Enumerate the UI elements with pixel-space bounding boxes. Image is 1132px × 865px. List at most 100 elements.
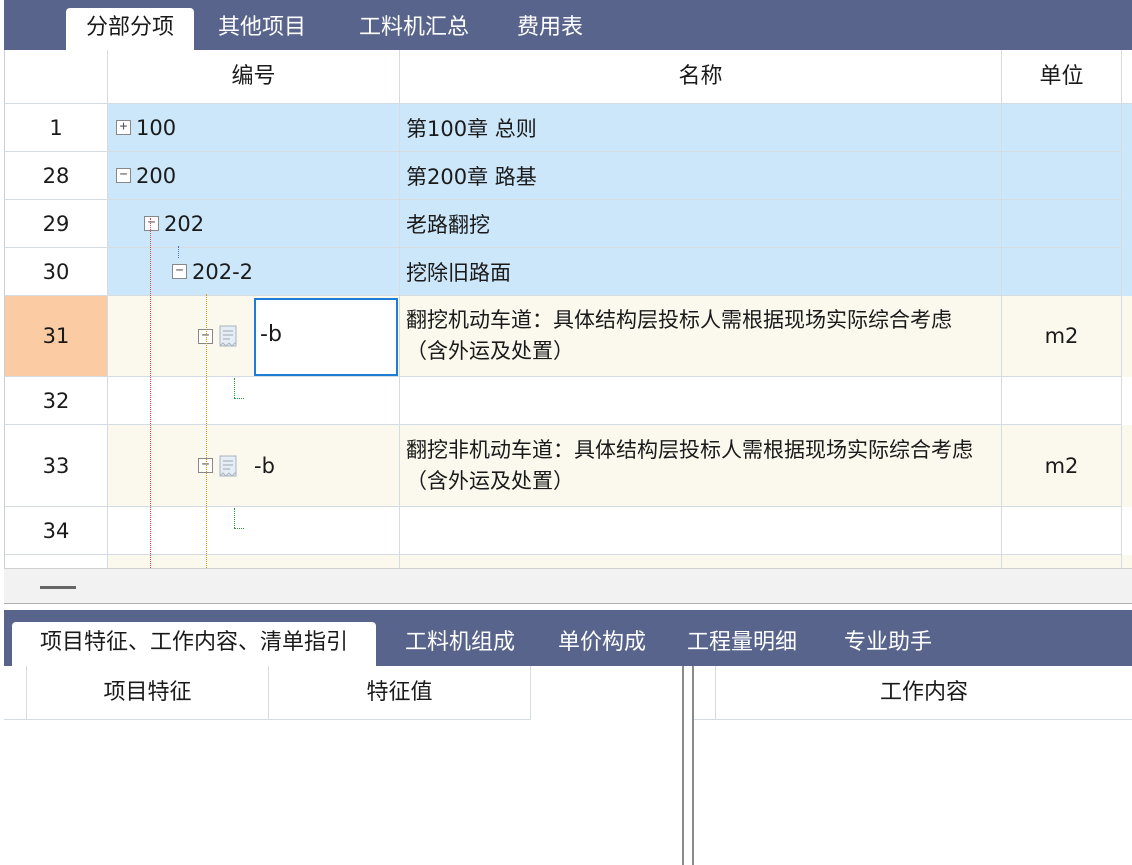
panel-divider[interactable] bbox=[682, 666, 694, 865]
header-unit[interactable]: 单位 bbox=[1002, 50, 1122, 104]
table-row[interactable]: 33 − -b 翻挖非机动车道：具体结构层投标人需根据现场实际综合考虑（含外运及… bbox=[5, 425, 1132, 507]
work-content-panel: 工作内容 bbox=[694, 666, 1132, 865]
unit-cell[interactable] bbox=[1002, 152, 1122, 200]
name-cell[interactable]: 翻挖非机动车道：具体结构层投标人需根据现场实际综合考虑（含外运及处置） bbox=[400, 425, 1002, 507]
row-number[interactable]: 34 bbox=[5, 507, 108, 555]
table-row[interactable] bbox=[5, 555, 1132, 568]
row-number-text: 30 bbox=[42, 259, 70, 284]
panel-splitter[interactable] bbox=[4, 568, 1132, 604]
table-row[interactable]: 28 −200 第200章 路基 bbox=[5, 152, 1132, 200]
name-cell[interactable] bbox=[400, 377, 1002, 425]
row-number-text: 31 bbox=[42, 324, 70, 348]
name-cell[interactable]: 翻挖机动车道：具体结构层投标人需根据现场实际综合考虑（含外运及处置） bbox=[400, 296, 1002, 377]
header-rownum bbox=[5, 50, 108, 104]
tree-line bbox=[234, 378, 235, 398]
unit-cell[interactable] bbox=[1002, 507, 1122, 555]
unit-cell[interactable]: m2 bbox=[1002, 296, 1122, 377]
name-cell[interactable]: 老路翻挖 bbox=[400, 200, 1002, 248]
unit-text: m2 bbox=[1044, 324, 1079, 348]
collapse-icon[interactable]: − bbox=[172, 264, 187, 279]
row-number[interactable]: 30 bbox=[5, 248, 108, 296]
row-number[interactable]: 31 bbox=[5, 296, 108, 377]
features-panel: 项目特征 特征值 bbox=[4, 666, 682, 865]
row-number[interactable]: 28 bbox=[5, 152, 108, 200]
table-row[interactable]: 32 bbox=[5, 377, 1132, 425]
code-cell[interactable]: +100 bbox=[108, 104, 400, 152]
code-cell[interactable] bbox=[108, 377, 400, 425]
tab-qita-xiangmu[interactable]: 其他项目 bbox=[200, 8, 324, 50]
header-filler bbox=[1122, 50, 1132, 104]
row-number-text: 32 bbox=[42, 388, 70, 413]
unit-cell[interactable] bbox=[1002, 248, 1122, 296]
code-text: 202 bbox=[164, 211, 205, 236]
row-number[interactable]: 33 bbox=[5, 425, 108, 507]
tab-gongliaoji-zucheng[interactable]: 工料机组成 bbox=[388, 622, 532, 666]
code-cell[interactable]: −200 bbox=[108, 152, 400, 200]
tree-line bbox=[206, 294, 207, 568]
code-text: 202-2 bbox=[192, 259, 254, 284]
header-code[interactable]: 编号 bbox=[108, 50, 400, 104]
header-name[interactable]: 名称 bbox=[400, 50, 1002, 104]
work-header-content[interactable]: 工作内容 bbox=[716, 666, 1132, 720]
tree-line bbox=[234, 508, 235, 528]
unit-cell[interactable] bbox=[1002, 377, 1122, 425]
table-row[interactable]: 34 bbox=[5, 507, 1132, 555]
table-row[interactable]: 30 −202-2 挖除旧路面 bbox=[5, 248, 1132, 296]
table-row-selected[interactable]: 31 − -b 翻挖机动车道：具体结构层投标人需根据现场实际综合考虑（含外运及处… bbox=[5, 296, 1132, 377]
tab-gongchengliang-mingxi[interactable]: 工程量明细 bbox=[672, 622, 812, 666]
code-edit-box[interactable]: -b bbox=[254, 298, 398, 376]
expand-icon[interactable]: + bbox=[116, 120, 131, 135]
code-cell[interactable]: −202 bbox=[108, 200, 400, 248]
name-cell[interactable]: 第100章 总则 bbox=[400, 104, 1002, 152]
bottom-tab-bar: 项目特征、工作内容、清单指引 工料机组成 单价构成 工程量明细 专业助手 bbox=[4, 610, 1132, 666]
tab-fenbu-fenxiang[interactable]: 分部分项 bbox=[66, 8, 194, 50]
row-number-text: 33 bbox=[42, 453, 70, 478]
tab-gongliaoji-huizong[interactable]: 工料机汇总 bbox=[340, 8, 488, 50]
collapse-icon[interactable]: − bbox=[144, 216, 159, 231]
row-number[interactable] bbox=[5, 555, 108, 568]
unit-cell[interactable]: m2 bbox=[1002, 425, 1122, 507]
code-cell[interactable]: −202-2 bbox=[108, 248, 400, 296]
tab-xiangmu-tezheng[interactable]: 项目特征、工作内容、清单指引 bbox=[12, 622, 376, 666]
unit-cell[interactable] bbox=[1002, 555, 1122, 568]
tree-line bbox=[150, 218, 151, 568]
unit-cell[interactable] bbox=[1002, 104, 1122, 152]
tab-feiyong-biao[interactable]: 费用表 bbox=[500, 8, 600, 50]
name-text: 老路翻挖 bbox=[406, 212, 490, 237]
row-number-text: 28 bbox=[42, 163, 70, 188]
work-header-corner bbox=[694, 666, 716, 720]
top-tab-bar: 分部分项 其他项目 工料机汇总 费用表 bbox=[4, 0, 1132, 50]
code-cell[interactable]: − -b bbox=[108, 425, 400, 507]
row-number-text: 1 bbox=[49, 115, 63, 140]
name-text: 挖除旧路面 bbox=[406, 260, 511, 285]
name-cell[interactable]: 第200章 路基 bbox=[400, 152, 1002, 200]
table-row[interactable]: 29 −202 老路翻挖 bbox=[5, 200, 1132, 248]
splitter-grip-icon[interactable] bbox=[40, 586, 76, 589]
list-item-icon bbox=[218, 324, 240, 348]
table-row[interactable]: 1 +100 第100章 总则 bbox=[5, 104, 1132, 152]
tree-line bbox=[178, 246, 179, 258]
code-text: 200 bbox=[136, 163, 177, 188]
unit-cell[interactable] bbox=[1002, 200, 1122, 248]
code-text: -b bbox=[260, 322, 282, 347]
tree-line bbox=[234, 528, 244, 529]
name-cell[interactable] bbox=[400, 507, 1002, 555]
code-text: 100 bbox=[136, 115, 177, 140]
code-cell[interactable] bbox=[108, 507, 400, 555]
tab-danjia-goucheng[interactable]: 单价构成 bbox=[544, 622, 660, 666]
name-cell[interactable]: 挖除旧路面 bbox=[400, 248, 1002, 296]
list-item-icon bbox=[218, 454, 240, 478]
features-header-item[interactable]: 项目特征 bbox=[27, 666, 269, 720]
tree-line bbox=[234, 398, 244, 399]
row-number[interactable]: 1 bbox=[5, 104, 108, 152]
code-cell[interactable] bbox=[108, 555, 400, 568]
features-header-corner bbox=[4, 666, 27, 720]
tab-zhuanye-zhushou[interactable]: 专业助手 bbox=[830, 622, 946, 666]
row-number[interactable]: 29 bbox=[5, 200, 108, 248]
name-text: 翻挖机动车道：具体结构层投标人需根据现场实际综合考虑（含外运及处置） bbox=[406, 308, 952, 363]
row-number[interactable]: 32 bbox=[5, 377, 108, 425]
collapse-icon[interactable]: − bbox=[116, 168, 131, 183]
row-number-text: 29 bbox=[42, 211, 70, 236]
name-cell[interactable] bbox=[400, 555, 1002, 568]
features-header-value[interactable]: 特征值 bbox=[269, 666, 531, 720]
